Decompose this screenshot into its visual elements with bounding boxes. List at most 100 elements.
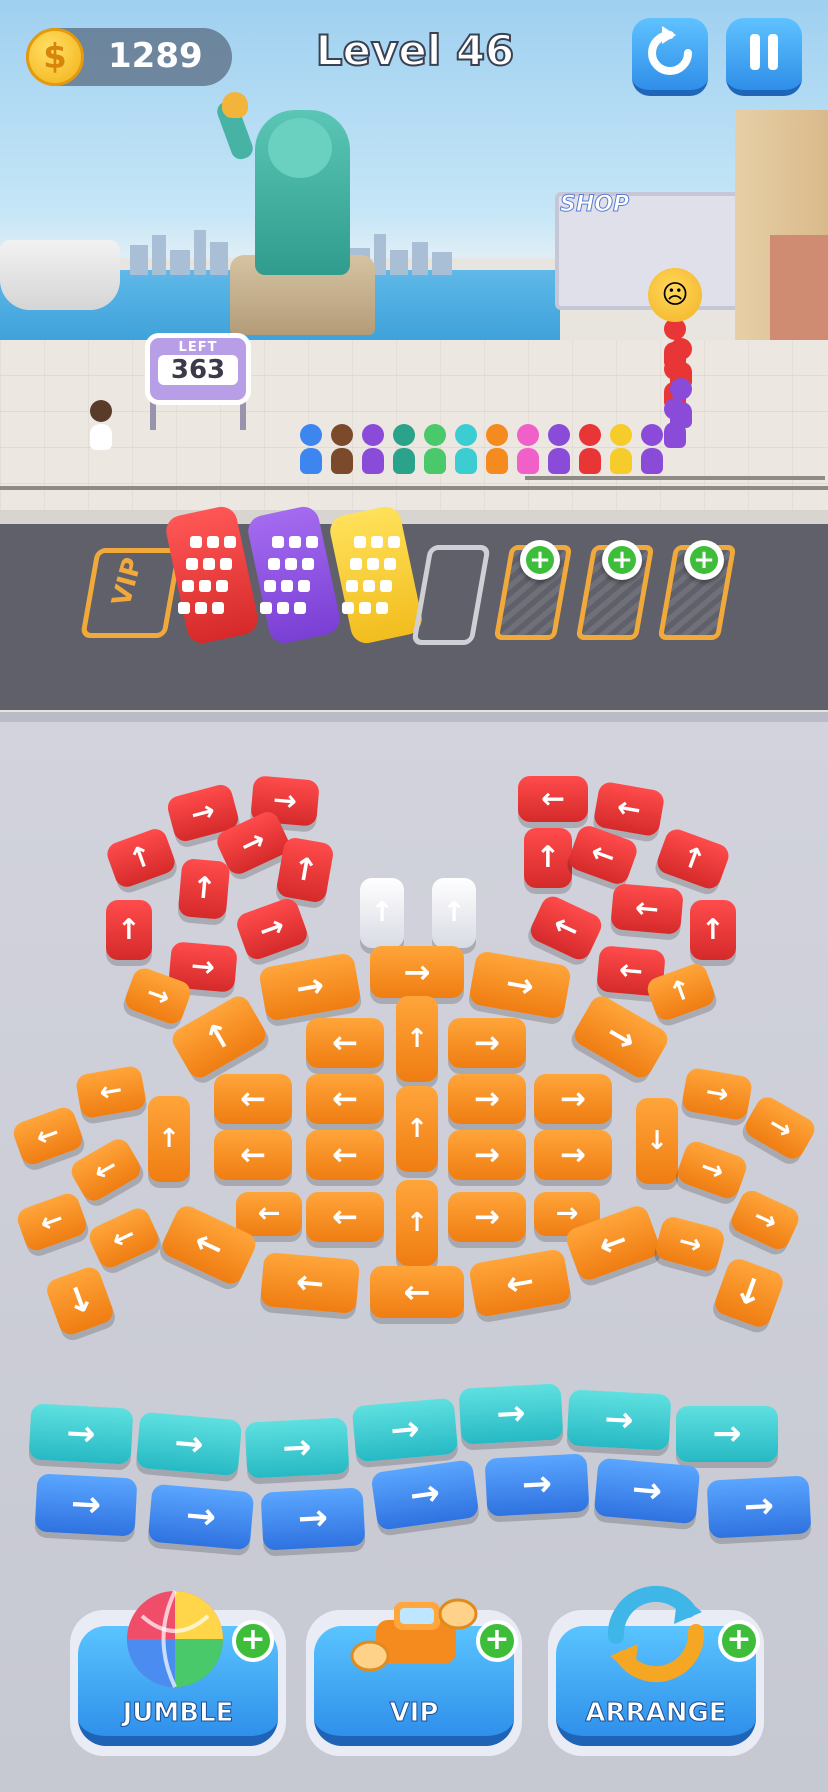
blue-car[interactable]: → [147,1483,255,1551]
orange-car[interactable]: ↑ [396,1180,438,1266]
orange-car[interactable]: → [448,1018,526,1068]
orange-car[interactable]: ← [306,1074,384,1124]
bus-seat [376,602,388,614]
orange-car[interactable]: → [468,950,572,1020]
bus-seat [298,580,310,592]
red-car[interactable]: ← [518,776,588,822]
queue-rope-right [525,476,825,480]
direction-arrow-icon: → [560,1081,586,1117]
red-car[interactable]: ↑ [654,826,732,892]
direction-arrow-icon: → [172,1422,206,1466]
red-car[interactable]: ↑ [524,828,572,888]
cyan-car[interactable]: → [458,1383,564,1445]
unlock-slot-plus-icon[interactable]: + [602,540,642,580]
orange-car[interactable]: ← [468,1248,572,1318]
orange-car[interactable]: → [674,1138,750,1202]
unlock-slot-plus-icon[interactable]: + [520,540,560,580]
cyan-car[interactable]: → [676,1406,778,1462]
blue-car[interactable]: → [593,1457,701,1525]
orange-car[interactable]: ← [10,1104,86,1168]
orange-car[interactable]: → [370,946,464,998]
red-car[interactable]: ↑ [104,825,178,891]
red-car[interactable]: ↑ [690,900,736,960]
orange-car[interactable]: ← [14,1190,90,1254]
orange-car[interactable]: ← [370,1266,464,1318]
direction-arrow-icon: → [407,1472,443,1517]
bus-seat [359,602,371,614]
direction-arrow-icon: ↑ [158,1124,180,1154]
orange-car[interactable]: → [653,1214,727,1274]
direction-arrow-icon: ← [403,1273,431,1311]
orange-car[interactable]: ← [236,1192,302,1236]
jumble-add-plus-icon[interactable]: + [232,1620,274,1662]
bus-seat [281,580,293,592]
orange-car[interactable]: ← [74,1064,148,1120]
bus-seat [203,558,215,570]
bus-seat [285,558,297,570]
orange-car[interactable]: → [448,1192,526,1242]
orange-car[interactable]: ← [259,1251,361,1315]
red-car[interactable]: ← [610,883,684,935]
orange-car[interactable]: ↑ [396,1086,438,1172]
orange-car[interactable]: ← [85,1204,163,1272]
direction-arrow-icon: ↑ [701,913,725,946]
red-car[interactable]: ↑ [177,858,231,920]
blue-car[interactable]: → [706,1475,812,1539]
direction-arrow-icon: ← [332,1199,358,1235]
orange-car[interactable]: → [741,1092,819,1164]
orange-car[interactable]: → [534,1074,612,1124]
police-car[interactable]: ↑ [360,878,404,948]
cyan-car[interactable]: → [351,1397,459,1463]
direction-arrow-icon: ↓ [728,1268,771,1317]
blue-car[interactable]: → [370,1459,480,1531]
orange-car[interactable]: → [727,1186,803,1254]
orange-car[interactable]: ↑ [148,1096,190,1182]
blue-car[interactable]: → [484,1453,590,1517]
orange-car[interactable]: ← [306,1130,384,1180]
blue-car[interactable]: → [34,1473,138,1537]
arrange-add-plus-icon[interactable]: + [718,1620,760,1662]
orange-car[interactable]: → [258,952,362,1022]
orange-car[interactable]: ↑ [396,996,438,1082]
red-car[interactable]: ↑ [106,900,152,960]
bus-seat [367,558,379,570]
blue-car[interactable]: → [260,1487,366,1551]
bus-seat [268,558,280,570]
vip-label: VIP [389,1698,439,1729]
red-car[interactable]: ↑ [275,836,335,904]
orange-car[interactable]: ↓ [636,1098,678,1184]
orange-car[interactable]: ← [214,1074,292,1124]
orange-car[interactable]: ← [306,1192,384,1242]
orange-car[interactable]: → [534,1130,612,1180]
orange-car[interactable]: ← [214,1130,292,1180]
waiting-passenger [641,424,663,474]
cyan-car[interactable]: → [135,1411,243,1477]
bus-seat [182,580,194,592]
bus-seat [294,602,306,614]
red-car[interactable]: ← [592,780,666,838]
pause-button[interactable] [726,18,802,96]
red-car[interactable]: → [233,895,311,963]
waiting-passenger [300,424,322,474]
orange-car[interactable]: ↓ [711,1255,787,1331]
orange-car[interactable]: → [448,1130,526,1180]
orange-car[interactable]: ← [306,1018,384,1068]
direction-arrow-icon: ↑ [370,897,394,928]
cyan-car[interactable]: → [566,1389,672,1451]
cyan-car[interactable]: → [244,1417,350,1479]
vip-add-plus-icon[interactable]: + [476,1620,518,1662]
cyan-car[interactable]: → [28,1403,134,1465]
unlock-slot-plus-icon[interactable]: + [684,540,724,580]
jumble-label: JUMBLE [122,1698,234,1729]
direction-arrow-icon: ← [240,1081,266,1117]
swap-arrows-icon [607,1585,705,1683]
orange-car[interactable]: → [680,1066,754,1122]
coin-balance: 1289 [108,36,203,76]
restart-button[interactable] [632,18,708,96]
police-car[interactable]: ↑ [432,878,476,948]
red-car[interactable]: ← [526,892,606,964]
orange-car[interactable]: → [448,1074,526,1124]
orange-car[interactable]: ↓ [43,1264,117,1338]
direction-arrow-icon: ↑ [406,1208,428,1238]
direction-arrow-icon: ← [502,1260,538,1305]
